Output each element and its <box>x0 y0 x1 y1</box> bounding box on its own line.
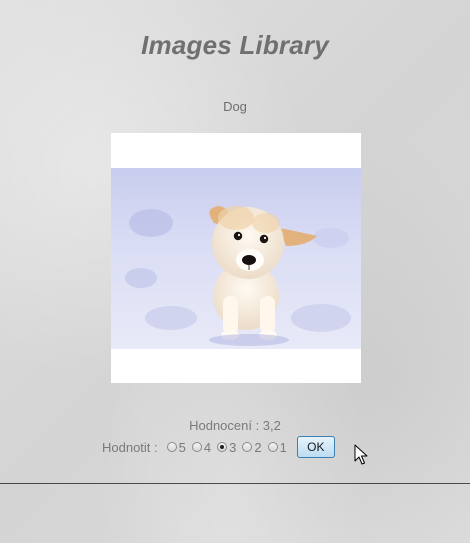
rating-option-1[interactable]: 1 <box>267 439 287 455</box>
rating-option-label: 2 <box>254 439 262 455</box>
rating-form: Hodnotit : 5 4 3 2 1 OK <box>102 436 335 458</box>
rating-option-label: 1 <box>279 439 287 455</box>
footer-divider <box>0 483 470 484</box>
rating-option-label: 5 <box>178 439 186 455</box>
radio-button[interactable] <box>191 442 202 452</box>
radio-button[interactable] <box>242 442 253 452</box>
radio-button-selected[interactable] <box>217 442 228 452</box>
radio-button[interactable] <box>166 442 177 452</box>
rating-option-4[interactable]: 4 <box>191 439 212 455</box>
image-frame <box>111 133 361 383</box>
radio-button[interactable] <box>267 442 278 452</box>
page-title: Images Library <box>141 30 329 60</box>
rating-option-5[interactable]: 5 <box>166 439 186 455</box>
rating-option-label: 4 <box>203 439 212 455</box>
dog-photo <box>111 168 361 349</box>
ok-button[interactable]: OK <box>296 436 335 458</box>
image-name: Dog <box>223 99 247 114</box>
rating-option-2[interactable]: 2 <box>242 439 262 455</box>
rating-option-3[interactable]: 3 <box>217 440 236 455</box>
rating-option-label: 3 <box>229 439 237 455</box>
rate-label: Hodnotit : <box>102 439 158 455</box>
current-rating: Hodnocení : 3,2 <box>189 418 281 433</box>
mouse-pointer-icon <box>354 444 368 465</box>
